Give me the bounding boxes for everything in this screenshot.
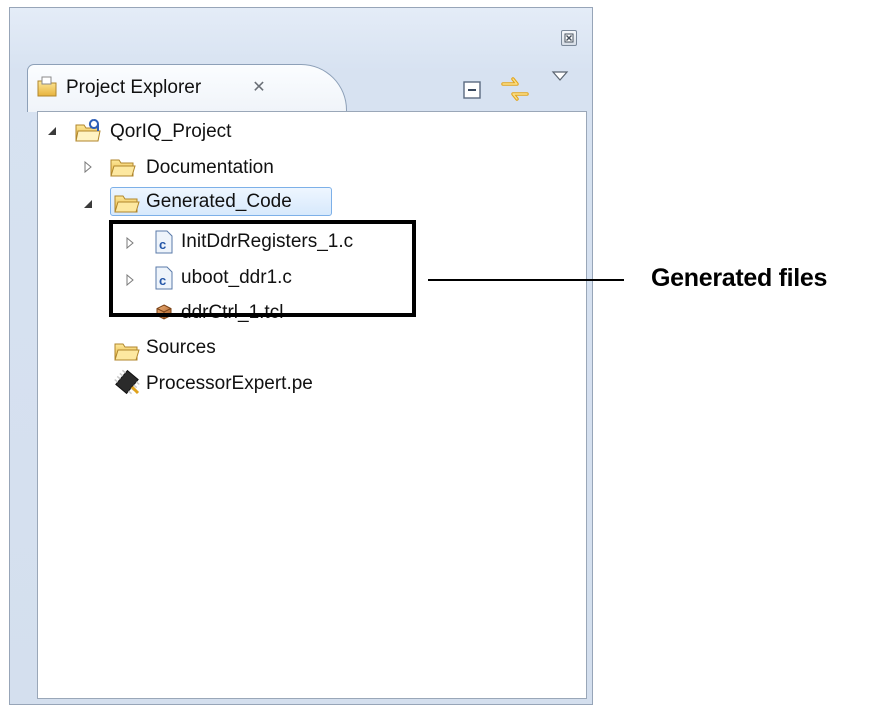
maximize-icon[interactable] bbox=[561, 30, 577, 46]
generated-files-highlight-box bbox=[109, 220, 416, 317]
project-folder-icon bbox=[74, 119, 104, 148]
folder-icon bbox=[113, 192, 141, 219]
folder-icon bbox=[109, 156, 137, 183]
project-explorer-icon bbox=[36, 76, 60, 98]
folder-icon bbox=[113, 340, 141, 367]
callout-line bbox=[428, 279, 624, 281]
tree-item-documentation[interactable]: Documentation bbox=[146, 156, 274, 180]
tree-item-sources[interactable]: Sources bbox=[146, 336, 216, 360]
collapse-all-icon[interactable] bbox=[462, 80, 482, 100]
collapsed-arrow-icon[interactable] bbox=[81, 160, 95, 174]
expand-arrow-icon[interactable] bbox=[81, 197, 95, 211]
processor-expert-icon bbox=[112, 367, 142, 402]
tree-item-processorexpert[interactable]: ProcessorExpert.pe bbox=[146, 372, 313, 396]
tree-item-project-root[interactable]: QorIQ_Project bbox=[110, 120, 231, 144]
expand-arrow-icon[interactable] bbox=[45, 124, 59, 138]
callout-label: Generated files bbox=[651, 264, 828, 292]
close-icon[interactable]: ✕ bbox=[250, 79, 268, 97]
view-menu-icon[interactable] bbox=[550, 69, 570, 83]
link-with-editor-icon[interactable] bbox=[500, 76, 530, 102]
tree-item-generated-code[interactable]: Generated_Code bbox=[146, 190, 292, 214]
tab-title: Project Explorer bbox=[66, 77, 202, 98]
